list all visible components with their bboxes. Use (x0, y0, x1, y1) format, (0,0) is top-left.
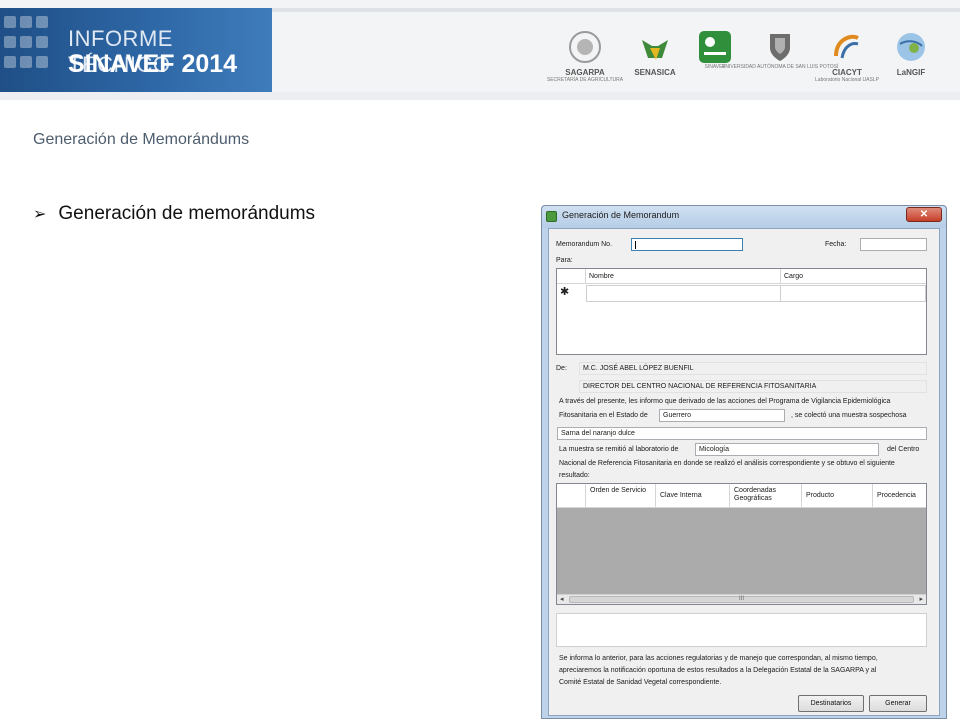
body-text-line1: A través del presente, les informo que d… (559, 398, 891, 405)
ciacyt-label: CIACYT (832, 68, 862, 77)
estado-input[interactable]: Guerrero (659, 409, 785, 422)
body-text-line4: Nacional de Referencia Fitosanitaria en … (559, 460, 895, 467)
closing-text-line2: apreciaremos la notificación oportuna de… (559, 667, 877, 674)
column-header-orden-servicio[interactable]: Orden de Servicio (586, 484, 656, 508)
body-text-line2b: , se colectó una muestra sospechosa (791, 412, 907, 419)
sinavef-logo: SINAVEF (685, 30, 745, 92)
destinatarios-button[interactable]: Destinatarios (798, 695, 864, 712)
column-header-nombre[interactable]: Nombre (586, 269, 781, 284)
window-title: Generación de Memorandum (562, 210, 680, 220)
recipients-grid[interactable]: Nombre Cargo ✱ (556, 268, 927, 355)
muestra-sospechosa-input[interactable]: Sarna del naranjo dulce (557, 427, 927, 440)
sinavef-box-icon (699, 31, 731, 63)
sagarpa-label: SAGARPA (565, 68, 605, 77)
decorative-squares (4, 16, 48, 72)
banner-bottom-strip (0, 92, 960, 100)
scroll-right-icon[interactable]: ▸ (919, 595, 923, 603)
globe-icon (897, 33, 925, 61)
banner-strip (272, 8, 960, 12)
bullet-item: ➢ Generación de memorándums (33, 203, 315, 225)
results-grid[interactable]: Orden de Servicio Clave Interna Coordena… (556, 483, 927, 605)
column-header-cargo[interactable]: Cargo (781, 269, 926, 284)
report-title-block: INFORME TÉCNICO SINAVEF 2014 (0, 8, 272, 92)
ciacyt-icon (834, 34, 859, 59)
laboratorio-input[interactable]: Micología (695, 443, 879, 456)
report-title-line2: SINAVEF 2014 (68, 50, 238, 78)
para-label: Para: (556, 257, 573, 264)
memorandum-number-input[interactable] (631, 238, 743, 251)
section-title: Generación de Memorándums (33, 131, 250, 148)
ciacyt-logo: CIACYT Laboratorio Nacional UASLP (815, 30, 879, 92)
sagarpa-sublabel: SECRETARÍA DE AGRICULTURA (546, 77, 624, 83)
header-banner: INFORME TÉCNICO SINAVEF 2014 SAGARPA SEC… (0, 0, 960, 100)
app-icon (546, 211, 557, 222)
fecha-label: Fecha: (825, 241, 847, 248)
fecha-input[interactable] (860, 238, 927, 251)
memorandum-window: Generación de Memorandum ✕ Memorandum No… (541, 205, 947, 719)
body-text-line3a: La muestra se remitió al laboratorio de (559, 446, 679, 453)
ciacyt-sublabel: Laboratorio Nacional UASLP (815, 77, 879, 83)
body-text-line3b: del Centro (887, 446, 920, 453)
de-name-field[interactable]: M.C. JOSÉ ABEL LÓPEZ BUENFIL (579, 362, 927, 375)
arrow-bullet-icon: ➢ (33, 206, 47, 223)
bull-icon (642, 40, 668, 60)
new-row-marker-icon: ✱ (560, 286, 570, 298)
senasica-logo: SENASICA (625, 30, 685, 92)
uaslp-logo: UNIVERSIDAD AUTÓNOMA DE SAN LUIS POTOSÍ (722, 30, 838, 92)
cargo-cell[interactable] (780, 285, 926, 302)
close-button[interactable]: ✕ (906, 207, 942, 222)
column-header-producto[interactable]: Producto (802, 484, 873, 508)
memorandum-label: Memorandum No. (556, 241, 613, 248)
scroll-left-icon[interactable]: ◂ (560, 595, 564, 603)
senasica-label: SENASICA (634, 68, 676, 77)
de-title-field[interactable]: DIRECTOR DEL CENTRO NACIONAL DE REFERENC… (579, 380, 927, 393)
bullet-text: Generación de memorándums (58, 203, 316, 224)
closing-text-line3: Comité Estatal de Sanidad Vegetal corres… (559, 679, 722, 686)
shield-icon (770, 34, 790, 61)
horizontal-scrollbar[interactable]: ◂ III ▸ (557, 594, 926, 604)
sagarpa-logo: SAGARPA SECRETARÍA DE AGRICULTURA (547, 30, 623, 92)
column-header-clave-interna[interactable]: Clave Interna (656, 484, 730, 508)
grid-row-header (557, 484, 586, 508)
window-body: Memorandum No. Fecha: Para: Nombre Cargo… (548, 228, 940, 716)
body-text-line5: resultado: (559, 472, 590, 479)
body-text-line2a: Fitosanitaria en el Estado de (559, 412, 648, 419)
de-label: De: (556, 365, 567, 372)
column-header-procedencia[interactable]: Procedencia (873, 484, 926, 508)
closing-text-line1: Se informa lo anterior, para las accione… (559, 655, 878, 662)
scroll-thumb[interactable]: III (569, 596, 914, 603)
langif-label: LaNGIF (896, 68, 926, 77)
window-titlebar[interactable]: Generación de Memorandum ✕ (542, 206, 946, 228)
partner-logos: SAGARPA SECRETARÍA DE AGRICULTURA SENASI… (547, 30, 945, 92)
notes-textarea[interactable] (556, 613, 927, 647)
eagle-seal-icon (569, 31, 601, 63)
nombre-cell[interactable] (586, 285, 781, 302)
grid-row-header (557, 269, 586, 284)
slide: INFORME TÉCNICO SINAVEF 2014 SAGARPA SEC… (0, 0, 960, 720)
column-header-coordenadas[interactable]: Coordenadas Geográficas (730, 484, 802, 508)
generar-button[interactable]: Generar (869, 695, 927, 712)
langif-logo: LaNGIF (881, 30, 941, 92)
